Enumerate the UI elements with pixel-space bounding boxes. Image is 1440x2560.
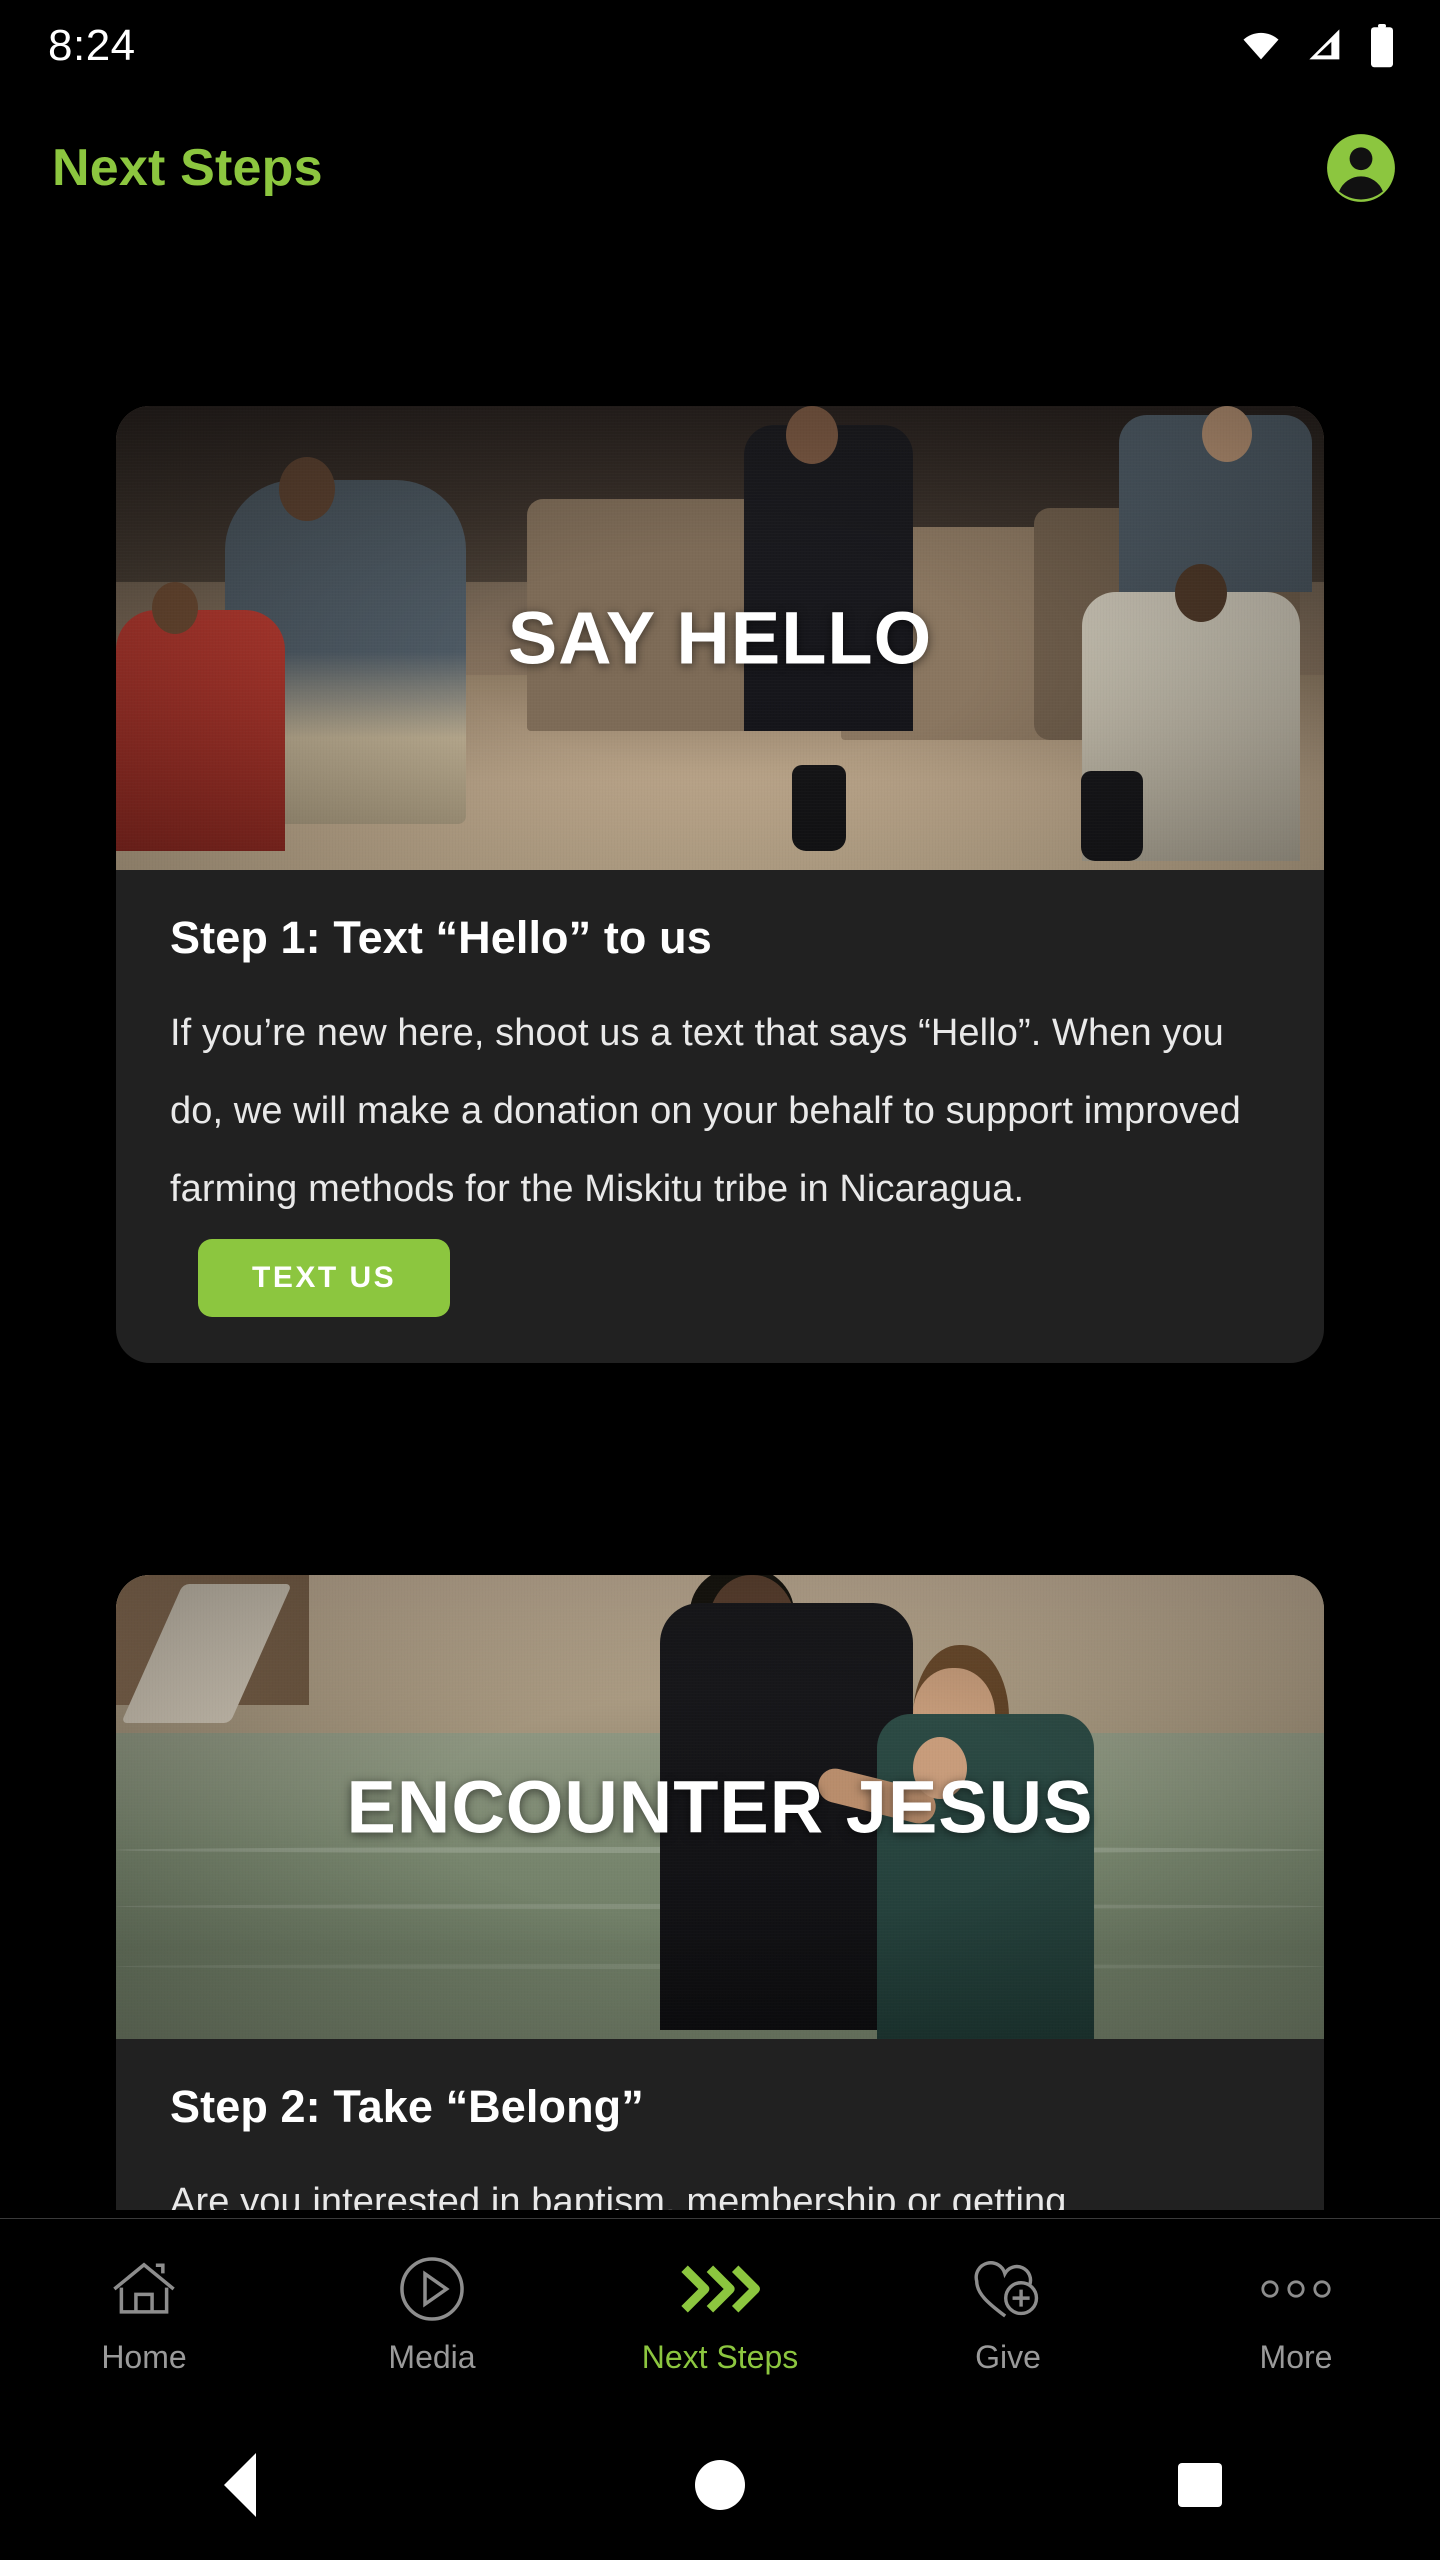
home-circle-icon — [695, 2460, 745, 2510]
wifi-icon — [1243, 32, 1279, 60]
system-home-button[interactable] — [660, 2410, 780, 2560]
status-bar: 8:24 — [0, 0, 1440, 92]
more-dots-icon — [1260, 2253, 1332, 2325]
cellular-signal-icon — [1309, 29, 1340, 60]
system-recents-button[interactable] — [1140, 2410, 1260, 2560]
card-title: Step 2: Take “Belong” — [170, 2081, 644, 2132]
text-us-button[interactable]: TEXT US — [198, 1239, 451, 1317]
next-step-card[interactable]: ENCOUNTER JESUS Step 2: Take “Belong” Ar… — [116, 1575, 1324, 2210]
nav-item-media[interactable]: Media — [288, 2253, 576, 2376]
recents-square-icon — [1178, 2463, 1222, 2507]
phone-screen: 8:24 Next Steps SAY HELLO Step 1: Text “… — [0, 0, 1440, 2560]
card-body: Step 2: Take “Belong” Are you interested… — [116, 2039, 1324, 2210]
hero-overlay-title: SAY HELLO — [507, 596, 933, 680]
content-scroll-area[interactable]: SAY HELLO Step 1: Text “Hello” to us If … — [0, 244, 1440, 2210]
nav-label: More — [1259, 2339, 1333, 2375]
battery-icon — [1371, 24, 1393, 68]
nav-item-next-steps[interactable]: Next Steps — [576, 2253, 864, 2376]
nav-label: Media — [388, 2339, 476, 2375]
bottom-navigation-bar: Home Media Next Steps Give More — [0, 2218, 1440, 2410]
heart-plus-icon — [971, 2253, 1045, 2325]
card-title: Step 1: Text “Hello” to us — [170, 912, 712, 963]
double-chevron-right-icon — [677, 2253, 763, 2325]
nav-label: Give — [975, 2339, 1041, 2375]
card-hero-image: ENCOUNTER JESUS — [116, 1575, 1324, 2039]
android-system-nav — [0, 2410, 1440, 2560]
status-time: 8:24 — [48, 21, 136, 70]
card-description-wrap: If you’re new here, shoot us a text that… — [170, 994, 1270, 1317]
next-step-card[interactable]: SAY HELLO Step 1: Text “Hello” to us If … — [116, 406, 1324, 1363]
card-body: Step 1: Text “Hello” to us If you’re new… — [116, 870, 1324, 1363]
nav-label: Next Steps — [641, 2339, 799, 2375]
card-description: Are you interested in baptism, membershi… — [170, 2181, 1067, 2210]
account-circle-icon[interactable] — [1324, 131, 1398, 205]
home-icon — [109, 2253, 179, 2325]
play-circle-icon — [397, 2253, 467, 2325]
nav-label: Home — [101, 2339, 187, 2375]
nav-item-home[interactable]: Home — [0, 2253, 288, 2376]
card-description: If you’re new here, shoot us a text that… — [170, 1012, 1241, 1210]
status-icons — [1238, 24, 1396, 68]
back-triangle-icon — [224, 2453, 256, 2517]
app-header: Next Steps — [0, 92, 1440, 244]
system-back-button[interactable] — [180, 2410, 300, 2560]
nav-item-more[interactable]: More — [1152, 2253, 1440, 2376]
card-hero-image: SAY HELLO — [116, 406, 1324, 870]
page-title: Next Steps — [52, 139, 323, 197]
nav-item-give[interactable]: Give — [864, 2253, 1152, 2376]
hero-overlay-title: ENCOUNTER JESUS — [346, 1765, 1094, 1849]
